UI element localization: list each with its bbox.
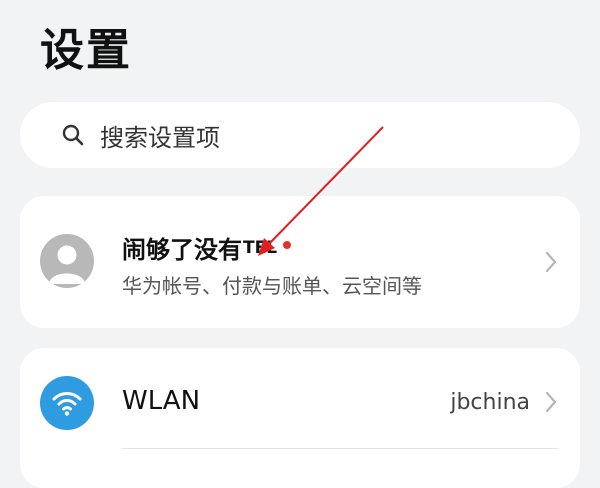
chevron-right-icon bbox=[544, 390, 558, 414]
wlan-network-name: jbchina bbox=[450, 390, 530, 415]
search-icon bbox=[60, 122, 86, 148]
wifi-icon bbox=[40, 376, 94, 430]
user-avatar-icon bbox=[40, 234, 94, 288]
account-name-row: 闹够了没有 TEL bbox=[122, 230, 292, 265]
wlan-card[interactable]: WLAN jbchina bbox=[20, 348, 580, 488]
account-subtitle: 华为帐号、付款与账单、云空间等 bbox=[122, 274, 422, 298]
notification-dot bbox=[283, 240, 292, 249]
divider bbox=[122, 448, 558, 449]
wlan-label: WLAN bbox=[122, 386, 201, 416]
account-name-suffix: TEL bbox=[243, 237, 278, 258]
chevron-right-icon bbox=[544, 250, 558, 274]
account-card[interactable]: 闹够了没有 TEL 华为帐号、付款与账单、云空间等 bbox=[20, 196, 580, 328]
search-bar[interactable]: 搜索设置项 bbox=[20, 102, 580, 168]
account-name: 闹够了没有 bbox=[122, 236, 242, 264]
page-title: 设置 bbox=[40, 25, 132, 76]
search-placeholder: 搜索设置项 bbox=[100, 123, 220, 152]
